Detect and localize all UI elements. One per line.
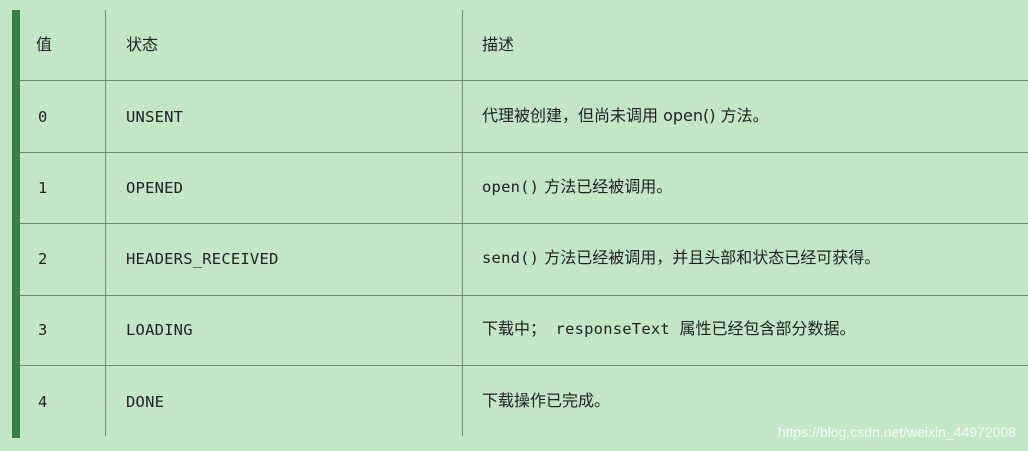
description-text: 方法已经被调用，并且头部和状态已经可获得。 [539,248,881,267]
description-text: 属性已经包含部分数据。 [679,319,856,338]
description-code: send() [482,249,540,267]
row-value: 0 [38,108,48,126]
description-text: 下载操作已完成。 [482,391,611,410]
row-value: 1 [38,179,48,197]
ready-state-table: 值 状态 描述 0 UNSENT 代理被创建，但尚未调用 open() 方法。 … [20,10,1028,438]
header-description: 描述 [482,35,515,54]
description-code: responseText [546,320,680,338]
row-value: 2 [38,250,48,268]
row-divider [20,365,1028,366]
row-value: 4 [38,393,48,411]
row-divider [20,295,1028,296]
row-description: open() 方法已经被调用。 [482,177,672,197]
row-divider [20,152,1028,153]
description-text: 代理被创建，但尚未调用 open() 方法。 [482,106,769,125]
row-state: DONE [126,393,165,411]
description-text: 方法已经被调用。 [539,177,673,196]
row-description: 下载中； responseText 属性已经包含部分数据。 [482,319,855,339]
table-accent-bar [12,10,20,438]
row-value: 3 [38,321,48,339]
row-state: LOADING [126,321,193,339]
watermark-url: https://blog.csdn.net/weixin_44972008 [777,424,1016,440]
row-state: UNSENT [126,108,184,126]
row-description: 代理被创建，但尚未调用 open() 方法。 [482,106,769,126]
row-divider [20,223,1028,224]
row-description: send() 方法已经被调用，并且头部和状态已经可获得。 [482,248,880,268]
description-text: 下载中； [482,319,547,338]
header-value: 值 [36,35,53,54]
header-state: 状态 [126,35,159,54]
row-state: OPENED [126,179,184,197]
row-description: 下载操作已完成。 [482,391,610,411]
row-state: HEADERS_RECEIVED [126,250,279,268]
description-code: open() [482,178,540,196]
row-divider [20,80,1028,81]
